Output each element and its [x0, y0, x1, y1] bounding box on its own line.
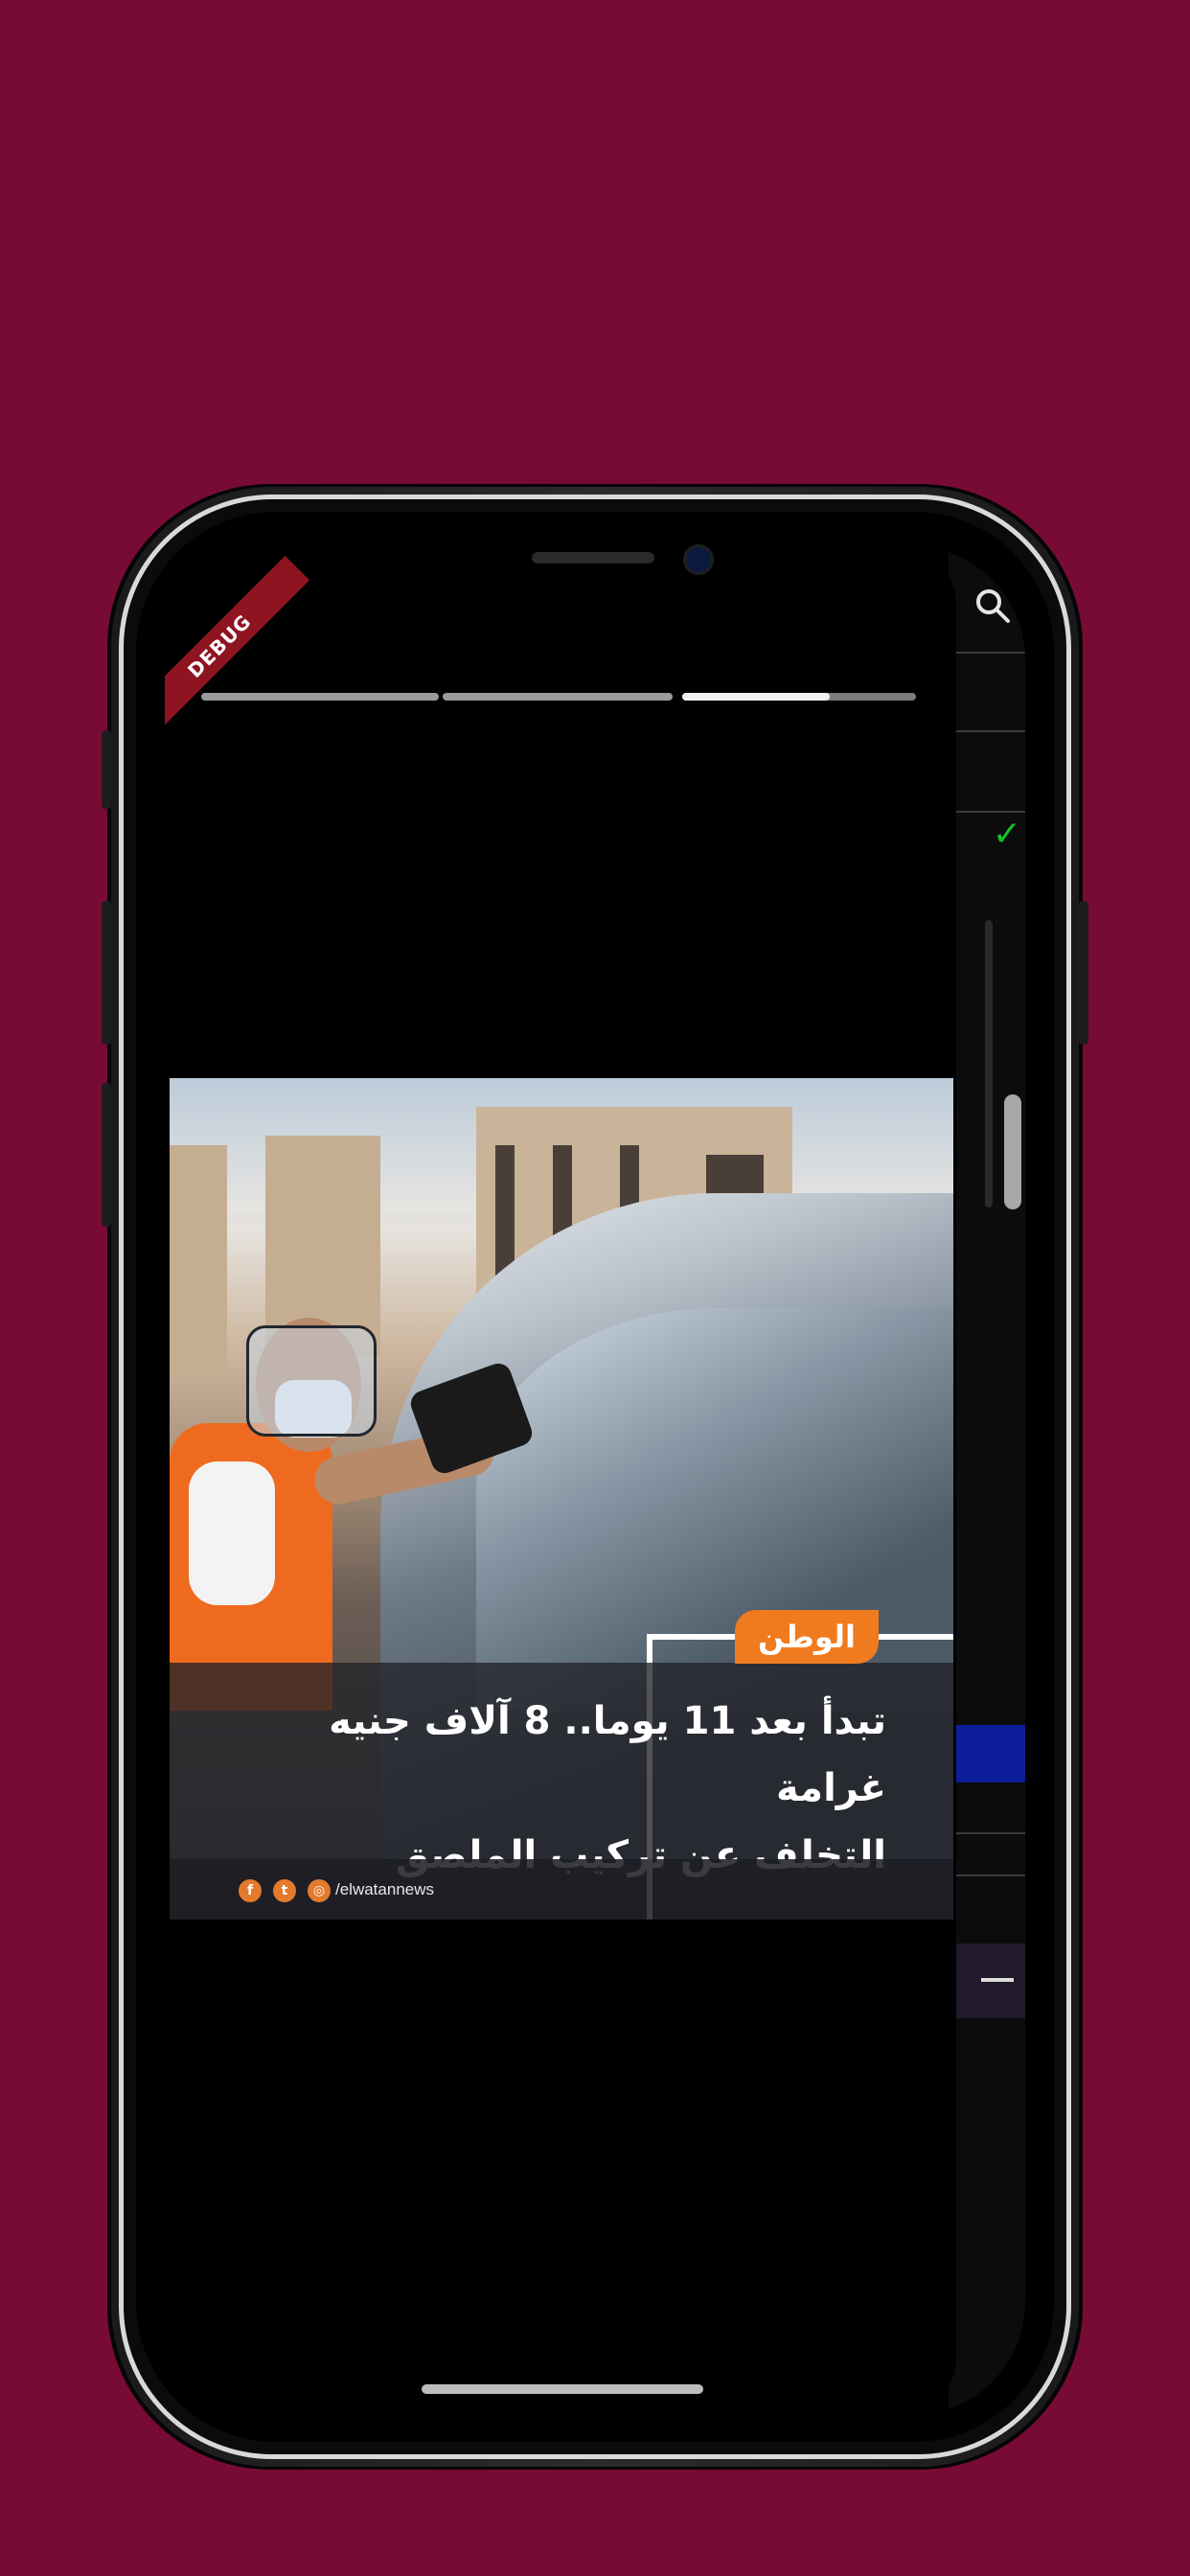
headline-band: تبدأ بعد 11 يوما.. 8 آلاف جنيه غرامة الت…: [170, 1663, 953, 1877]
brand-logo: الوطن: [735, 1610, 879, 1664]
check-icon: ✓: [992, 815, 1021, 854]
scrollbar-thumb[interactable]: [1004, 1094, 1021, 1209]
story-progress-segment: [443, 693, 673, 701]
silent-switch: [102, 730, 111, 809]
news-image[interactable]: تبدأ بعد 11 يوما.. 8 آلاف جنيه غرامة الت…: [170, 1078, 953, 1920]
power-button: [1079, 901, 1088, 1045]
background-banner: [949, 1725, 1025, 1782]
volume-down-button: [102, 1083, 111, 1227]
twitter-icon: t: [273, 1879, 296, 1902]
phone-speaker: [532, 552, 654, 564]
volume-up-button: [102, 901, 111, 1045]
phone-screen: ✓ تبدأ بعد 11 يوما.. 8 آلاف جنيه غرامة ا…: [165, 546, 1025, 2415]
facebook-icon: f: [239, 1879, 262, 1902]
collapse-icon[interactable]: [981, 1978, 1014, 1982]
story-progress-segment: [201, 693, 439, 701]
headline-line-1: تبدأ بعد 11 يوما.. 8 آلاف جنيه غرامة: [329, 1699, 886, 1810]
camera-icon: [683, 544, 714, 575]
divider: [949, 811, 1025, 813]
image-face-shield: [246, 1325, 377, 1437]
instagram-icon: ◎: [308, 1879, 331, 1902]
divider: [949, 1874, 1025, 1876]
divider: [949, 652, 1025, 654]
background-app: ✓: [949, 546, 1025, 2415]
home-indicator[interactable]: [422, 2384, 703, 2394]
phone-notch: [359, 518, 758, 646]
divider: [949, 730, 1025, 732]
social-footer: f t ◎ /elwatannews: [170, 1859, 953, 1920]
social-handle: /elwatannews: [335, 1880, 435, 1898]
search-icon[interactable]: [973, 586, 1012, 625]
debug-banner: DEBUG: [165, 555, 310, 737]
story-viewer[interactable]: تبدأ بعد 11 يوما.. 8 آلاف جنيه غرامة الت…: [165, 546, 956, 2415]
image-person-shirt: [189, 1461, 275, 1605]
story-progress-fill: [682, 693, 830, 701]
story-progress: [201, 693, 916, 701]
divider: [949, 1832, 1025, 1834]
image-building: [170, 1145, 227, 1375]
scrollbar-track[interactable]: [985, 920, 993, 1208]
